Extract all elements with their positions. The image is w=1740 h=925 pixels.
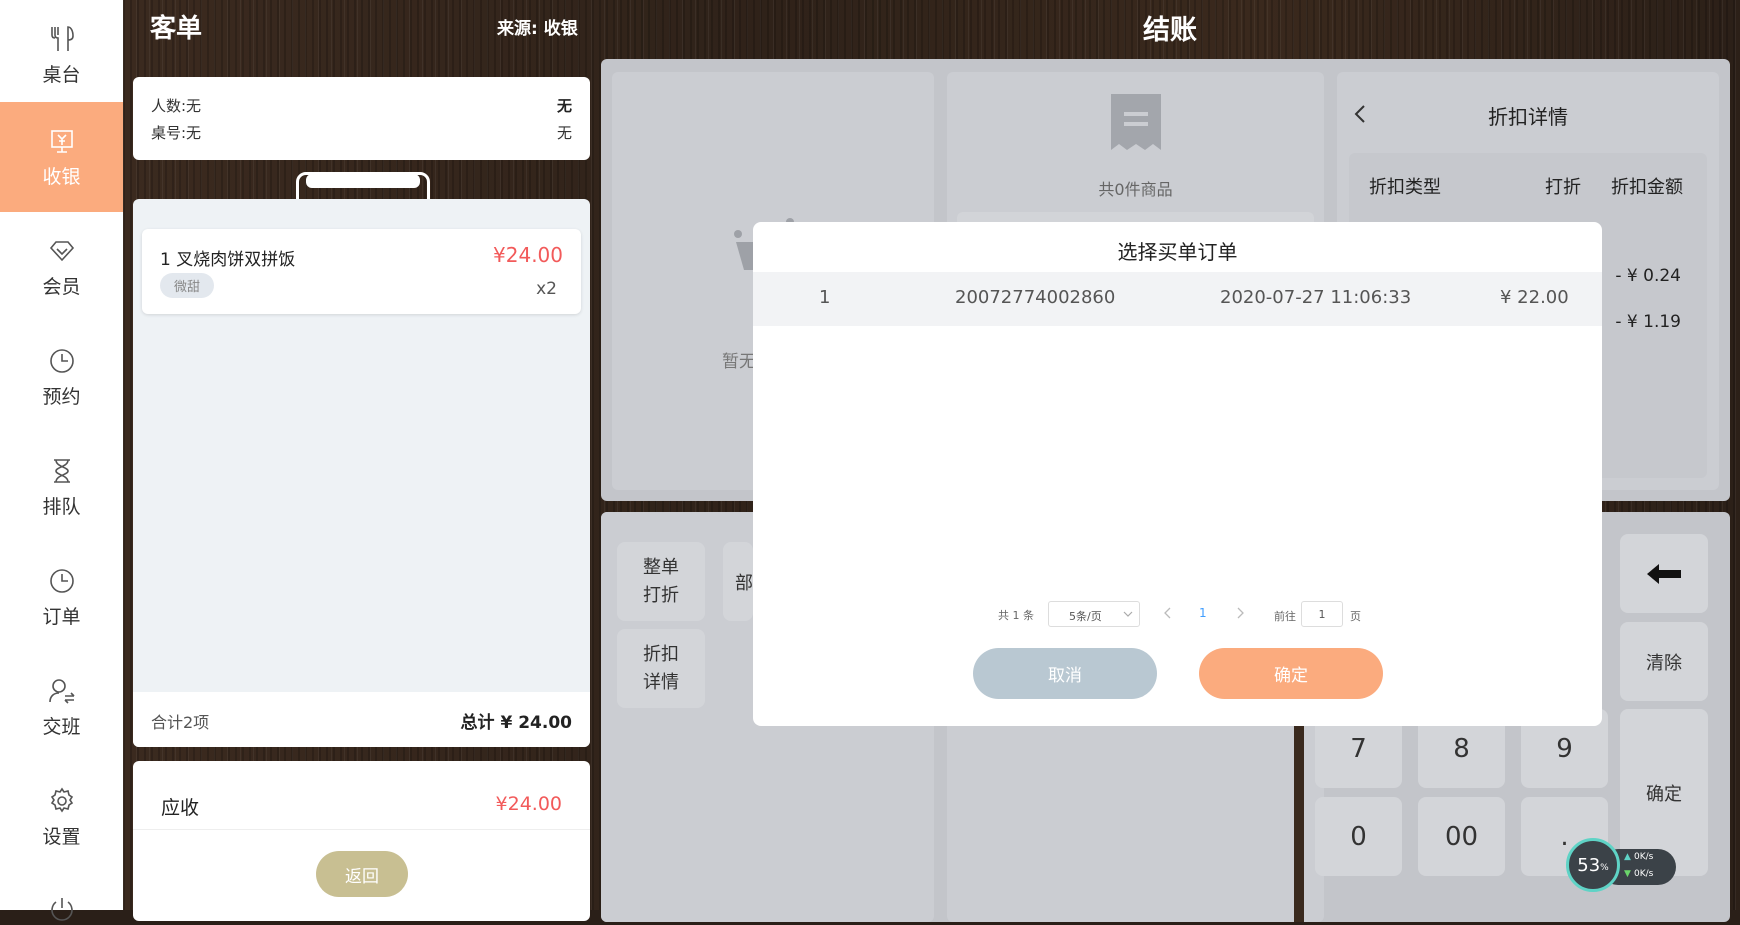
gear-icon [50, 787, 73, 812]
arrow-left-icon [1647, 563, 1681, 584]
order-row-amount: ¥ 22.00 [1500, 287, 1569, 308]
table-label: 桌号:无 [151, 124, 202, 142]
page-suffix: 页 [1350, 610, 1361, 623]
item-count: 合计2项 [151, 713, 210, 732]
order-panel-title: 客单 [150, 14, 203, 44]
order-summary: 合计2项 总计 ¥ 24.00 [133, 692, 590, 747]
discount-header-type: 折扣类型 [1369, 177, 1441, 198]
clock-icon [49, 568, 74, 593]
order-row[interactable]: 1 20072774002860 2020-07-27 11:06:33 ¥ 2… [753, 272, 1602, 326]
user-switch-icon [48, 678, 75, 704]
diamond-icon [49, 240, 74, 261]
next-page-icon[interactable] [1236, 607, 1244, 619]
select-order-modal: 选择买单订单 1 20072774002860 2020-07-27 11:06… [753, 222, 1602, 726]
sidebar-item-label: 排队 [42, 495, 81, 518]
key-00[interactable]: 00 [1418, 797, 1505, 876]
download-speed: 0K/s [1634, 869, 1654, 879]
receivable-label: 应收 [161, 797, 200, 819]
sidebar-item-label: 收银 [42, 165, 81, 188]
order-list-panel: 1 叉烧肉饼双拼饭 ¥24.00 微甜 x2 合计2项 总计 ¥ 24.00 [133, 199, 590, 747]
sidebar-item-settings[interactable]: 设置 [0, 762, 123, 872]
order-row-number: 20072774002860 [955, 287, 1116, 308]
clear-key[interactable]: 清除 [1620, 622, 1708, 701]
page-size-value: 5条/页 [1069, 610, 1102, 623]
sidebar-item-label: 设置 [42, 825, 81, 848]
fork-knife-icon [50, 25, 74, 51]
sidebar-item-reservation[interactable]: 预约 [0, 322, 123, 432]
sidebar-item-label: 交班 [42, 715, 81, 738]
table-value: 无 [556, 124, 572, 142]
discount-detail-button[interactable]: 折扣 详情 [617, 629, 705, 708]
sidebar-item-queue[interactable]: 排队 [0, 432, 123, 542]
prev-page-icon[interactable] [1164, 607, 1172, 619]
item-qty: x2 [536, 279, 557, 299]
sidebar-item-table[interactable]: 桌台 [0, 0, 123, 110]
empty-text: 暂无 [722, 352, 756, 372]
whole-discount-button[interactable]: 整单 打折 [617, 542, 705, 621]
upload-arrow-icon: ▲ [1624, 852, 1631, 862]
pagination-total: 共 1 条 [998, 609, 1034, 622]
hourglass-icon [53, 458, 70, 483]
item-name: 1 叉烧肉饼双拼饭 [160, 250, 296, 270]
chevron-down-icon [1123, 611, 1133, 617]
network-widget[interactable]: 53% ▲ 0K/s ▼ 0K/s [1566, 838, 1678, 892]
sidebar-item-orders[interactable]: 订单 [0, 542, 123, 652]
order-source: 来源: 收银 [497, 19, 578, 39]
sidebar-item-label: 桌台 [42, 63, 81, 86]
key-0[interactable]: 0 [1315, 797, 1402, 876]
sidebar-item-label: 会员 [42, 275, 81, 298]
goto-label: 前往 [1274, 610, 1296, 623]
partial-discount-button[interactable]: 部 [723, 542, 753, 621]
order-row-time: 2020-07-27 11:06:33 [1220, 287, 1412, 308]
button-label: 整单 [643, 556, 679, 578]
confirm-button[interactable]: 确定 [1199, 648, 1383, 699]
back-button[interactable]: 返回 [316, 851, 408, 897]
receipt-icon [1111, 94, 1161, 150]
button-label: 详情 [643, 671, 679, 693]
discount-detail-title: 折扣详情 [1488, 105, 1568, 129]
page-size-select[interactable]: 5条/页 [1048, 601, 1140, 627]
backspace-key[interactable] [1620, 534, 1708, 613]
people-value: 无 [556, 97, 572, 115]
order-item[interactable]: 1 叉烧肉饼双拼饭 ¥24.00 微甜 x2 [142, 229, 581, 314]
modal-title: 选择买单订单 [1117, 240, 1238, 264]
goto-page-input[interactable]: 1 [1301, 601, 1343, 627]
download-arrow-icon: ▼ [1624, 869, 1631, 879]
discount-amount: - ¥ 1.19 [1615, 312, 1681, 332]
cancel-button[interactable]: 取消 [973, 648, 1157, 699]
discount-amount: - ¥ 0.24 [1615, 266, 1681, 286]
discount-header-rate: 打折 [1545, 177, 1581, 198]
sidebar-item-label: 订单 [42, 605, 81, 628]
people-label: 人数:无 [151, 97, 202, 115]
current-page[interactable]: 1 [1199, 606, 1207, 620]
sidebar: 桌台 收银 会员 预约 排队 订单 交班 设置 [0, 0, 123, 921]
item-price: ¥24.00 [493, 243, 563, 267]
clock-icon [49, 348, 74, 373]
cpu-gauge: 53% [1566, 838, 1620, 892]
sidebar-item-member[interactable]: 会员 [0, 212, 123, 322]
sidebar-item-label: 预约 [42, 385, 81, 408]
cashier-icon [50, 129, 73, 153]
upload-speed: 0K/s [1634, 852, 1654, 862]
power-icon[interactable] [47, 895, 77, 925]
button-label: 打折 [643, 584, 679, 606]
button-label: 部 [735, 572, 753, 594]
goods-count: 共0件商品 [1098, 180, 1173, 199]
button-label: 折扣 [643, 643, 679, 665]
sidebar-item-cashier[interactable]: 收银 [0, 102, 123, 212]
order-info-card: 人数:无 无 桌号:无 无 [133, 77, 590, 160]
order-row-index: 1 [819, 287, 831, 308]
receivable-value: ¥24.00 [495, 793, 562, 815]
cpu-percent: 53 [1577, 854, 1601, 876]
discount-header-amount: 折扣金额 [1611, 177, 1683, 198]
order-total: 总计 ¥ 24.00 [460, 713, 572, 733]
item-tag: 微甜 [160, 273, 215, 298]
sidebar-item-handover[interactable]: 交班 [0, 652, 123, 762]
checkout-title: 结账 [1143, 15, 1197, 46]
receivable-card: 应收 ¥24.00 返回 [133, 761, 590, 921]
cpu-percent-unit: % [1600, 863, 1609, 873]
